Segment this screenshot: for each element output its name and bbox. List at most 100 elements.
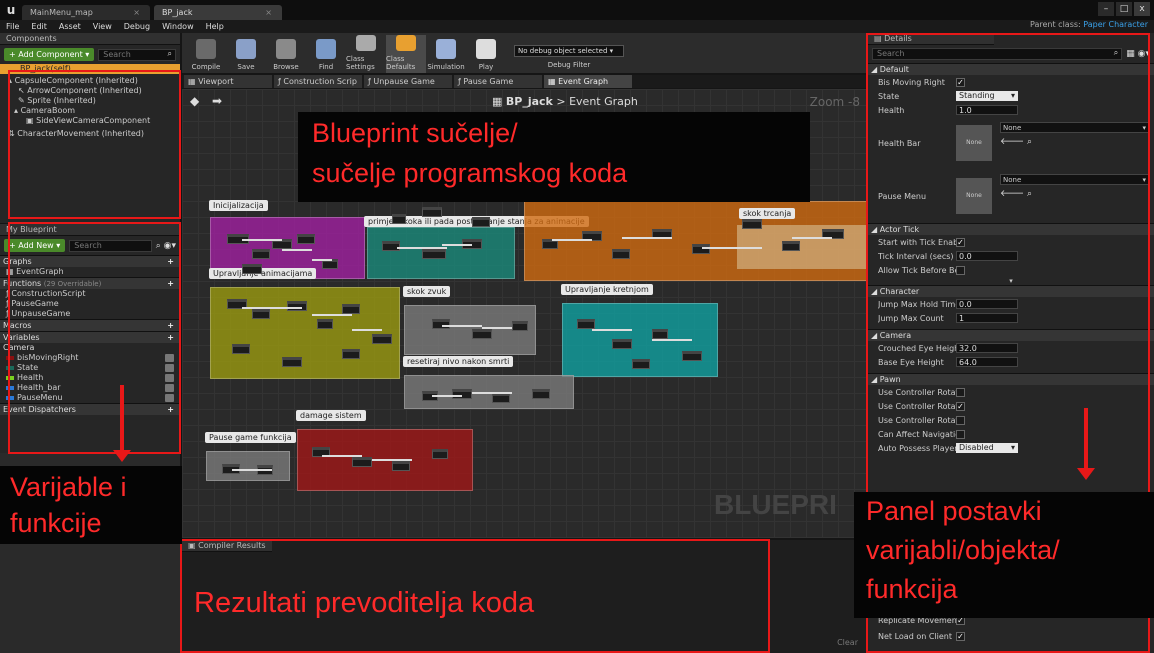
variables-section[interactable]: Variables + <box>0 331 180 343</box>
graph-node[interactable] <box>422 207 442 217</box>
details-tab[interactable]: ▤ Details <box>868 33 994 45</box>
variable-item[interactable]: PauseMenu <box>0 393 180 403</box>
graph-node[interactable] <box>452 389 472 399</box>
graph-node[interactable] <box>742 219 762 229</box>
toolbar-button-simulation[interactable]: Simulation <box>426 35 466 73</box>
tab-construction-script[interactable]: ƒ Construction Scrip <box>274 75 362 88</box>
details-view-options-icon[interactable]: ▦ ◉▾ <box>1126 49 1150 59</box>
graph-node[interactable] <box>532 389 550 399</box>
graph-node[interactable] <box>287 301 307 311</box>
graph-node[interactable] <box>632 359 650 369</box>
component-arrow[interactable]: ↖ ArrowComponent (Inherited) <box>0 86 180 96</box>
visibility-eye-icon[interactable] <box>165 354 174 362</box>
graph-node[interactable] <box>682 351 702 361</box>
component-charactermovement[interactable]: ⇅ CharacterMovement (Inherited) <box>0 129 180 139</box>
comment-box-pause-game[interactable]: Pause game funkcija <box>205 432 296 481</box>
graph-node[interactable] <box>652 329 668 339</box>
visibility-eye-icon[interactable] <box>165 394 174 402</box>
macros-section[interactable]: Macros + <box>0 319 180 331</box>
component-capsule[interactable]: ▴ CapsuleComponent (Inherited) <box>0 76 180 86</box>
menu-help[interactable]: Help <box>206 22 224 31</box>
graph-node[interactable] <box>372 334 392 344</box>
visibility-eye-icon[interactable] <box>165 384 174 392</box>
graph-node[interactable] <box>252 249 270 259</box>
health-bar-use-browse-icons[interactable]: 🡐 ⌕ <box>1000 136 1150 147</box>
parent-class-link[interactable]: Paper Character <box>1083 20 1148 29</box>
my-blueprint-search-input[interactable]: Search <box>69 239 152 252</box>
toolbar-button-class-defaults[interactable]: Class Defaults <box>386 35 426 73</box>
start-tick-checkbox[interactable]: ✓ <box>956 237 965 247</box>
variable-category-camera[interactable]: Camera <box>0 343 180 353</box>
section-pawn[interactable]: ◢ Pawn <box>868 373 1154 385</box>
tick-interval-input[interactable]: 0.0 <box>956 251 1018 261</box>
health-input[interactable]: 1.0 <box>956 105 1018 115</box>
component-sideviewcamera[interactable]: ▣ SideViewCameraComponent <box>0 116 180 126</box>
graph-node[interactable] <box>282 357 302 367</box>
section-actor-tick[interactable]: ◢ Actor Tick <box>868 223 1154 235</box>
net-load-checkbox[interactable]: ✓ <box>956 631 965 641</box>
minimize-button[interactable]: – <box>1098 2 1114 16</box>
graph-node[interactable] <box>612 339 632 349</box>
crouched-eye-input[interactable]: 32.0 <box>956 343 1018 353</box>
component-cameraboom[interactable]: ▴ CameraBoom <box>0 106 180 116</box>
variable-item[interactable]: bisMovingRight <box>0 353 180 363</box>
menu-file[interactable]: File <box>6 22 19 31</box>
maximize-button[interactable]: □ <box>1116 2 1132 16</box>
state-dropdown[interactable]: Standing <box>956 91 1018 101</box>
graph-node[interactable] <box>392 461 410 471</box>
graphs-section[interactable]: Graphs + <box>0 255 180 267</box>
component-sprite[interactable]: ✎ Sprite (Inherited) <box>0 96 180 106</box>
graph-node[interactable] <box>342 304 360 314</box>
add-component-button[interactable]: + Add Component ▾ <box>4 48 95 61</box>
graph-node[interactable] <box>382 241 400 251</box>
variable-item[interactable]: Health <box>0 373 180 383</box>
bis-moving-right-checkbox[interactable]: ✓ <box>956 77 965 87</box>
doc-tab-mainmenu[interactable]: MainMenu_map × <box>22 5 150 20</box>
pause-menu-use-browse-icons[interactable]: 🡐 ⌕ <box>1000 188 1150 199</box>
visibility-eye-icon[interactable] <box>165 374 174 382</box>
close-tab-icon[interactable]: × <box>265 5 272 20</box>
compiler-results-tab[interactable]: ▣ Compiler Results <box>182 540 272 552</box>
event-dispatchers-section[interactable]: Event Dispatchers + <box>0 403 180 415</box>
my-blueprint-tab[interactable]: My Blueprint <box>0 224 180 236</box>
toolbar-button-play[interactable]: Play <box>466 35 506 73</box>
graph-node[interactable] <box>342 349 360 359</box>
tab-event-graph[interactable]: ▦ Event Graph <box>544 75 632 88</box>
jump-count-input[interactable]: 1 <box>956 313 1018 323</box>
functions-section[interactable]: Functions (29 Overridable) + <box>0 277 180 289</box>
rot-pitch-checkbox[interactable] <box>956 387 965 397</box>
graph-item-eventgraph[interactable]: ▦ EventGraph <box>0 267 180 277</box>
allow-tick-checkbox[interactable] <box>956 265 965 275</box>
add-new-button[interactable]: + Add New ▾ <box>4 239 66 252</box>
graph-node[interactable] <box>297 234 315 244</box>
function-item-pausegame[interactable]: ƒ PauseGame <box>0 299 180 309</box>
details-search-input[interactable]: Search ⌕ <box>872 48 1123 60</box>
toolbar-button-browse[interactable]: Browse <box>266 35 306 73</box>
toolbar-button-compile[interactable]: Compile <box>186 35 226 73</box>
add-function-icon[interactable]: + <box>167 278 174 290</box>
menu-debug[interactable]: Debug <box>124 22 150 31</box>
auto-possess-dropdown[interactable]: Disabled <box>956 443 1018 453</box>
graph-node[interactable] <box>692 244 710 254</box>
health-bar-asset-select[interactable]: None ▾ <box>1000 122 1150 133</box>
add-graph-icon[interactable]: + <box>167 256 174 268</box>
graph-node[interactable] <box>577 319 595 329</box>
section-character[interactable]: ◢ Character <box>868 285 1154 297</box>
close-window-button[interactable]: x <box>1134 2 1150 16</box>
graph-node[interactable] <box>422 249 446 259</box>
affect-nav-checkbox[interactable] <box>956 429 965 439</box>
menu-view[interactable]: View <box>93 22 112 31</box>
graph-node[interactable] <box>432 449 448 459</box>
jump-hold-input[interactable]: 0.0 <box>956 299 1018 309</box>
graph-node[interactable] <box>782 241 800 251</box>
component-root[interactable]: BP_jack(self) <box>0 64 180 74</box>
toolbar-button-save[interactable]: Save <box>226 35 266 73</box>
graph-node[interactable] <box>472 329 492 339</box>
graph-node[interactable] <box>352 457 372 467</box>
graph-node[interactable] <box>252 309 270 319</box>
forward-arrow-icon[interactable]: ➡ <box>212 94 222 108</box>
components-tab[interactable]: Components <box>0 33 180 45</box>
expand-advanced-icon[interactable]: ▾ <box>868 277 1154 285</box>
doc-tab-bp-jack[interactable]: BP_jack × <box>154 5 282 20</box>
graph-node[interactable] <box>317 319 333 329</box>
